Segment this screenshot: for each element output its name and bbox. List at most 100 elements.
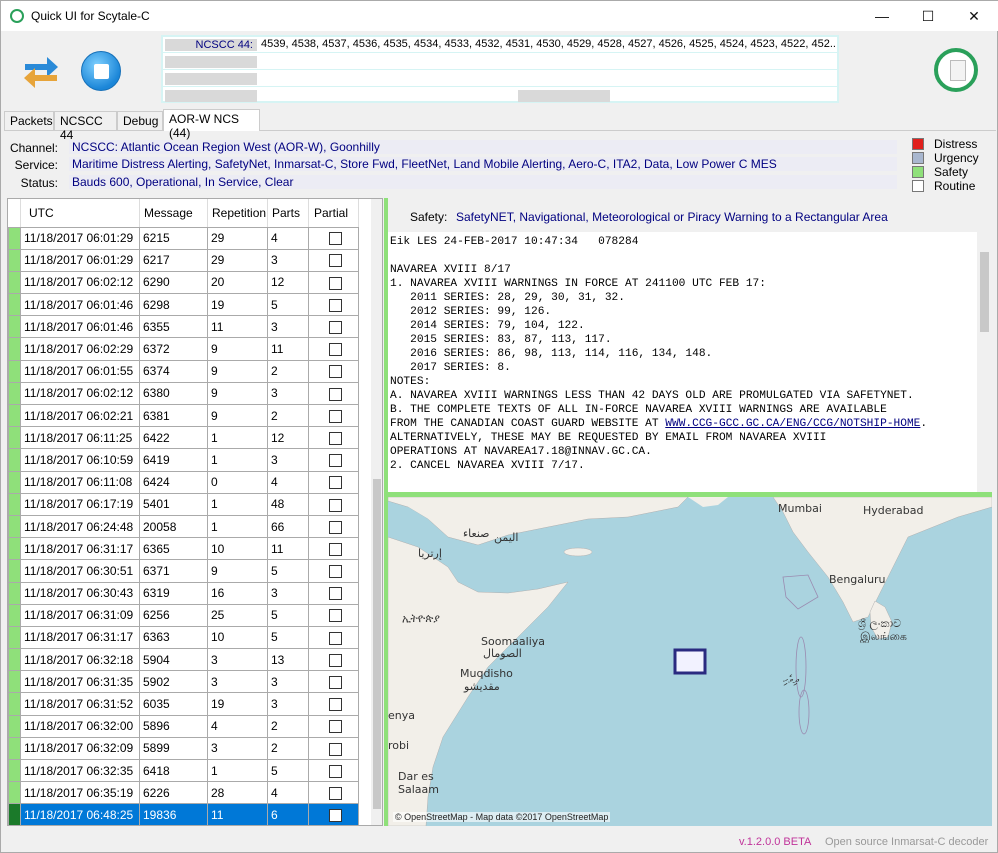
- tab-aor-w-ncs[interactable]: AOR-W NCS (44): [163, 109, 260, 140]
- table-scrollbar[interactable]: [371, 199, 382, 825]
- table-row[interactable]: 11/18/2017 06:01:29 6217 29 3: [8, 248, 359, 272]
- partial-checkbox[interactable]: [328, 321, 342, 334]
- partial-checkbox[interactable]: [328, 720, 342, 734]
- table-row[interactable]: 11/18/2017 06:30:43 6319 16 3: [8, 581, 359, 605]
- table-row[interactable]: 11/18/2017 06:11:08 6424 0 4: [8, 470, 359, 494]
- partial-checkbox[interactable]: [328, 476, 342, 490]
- table-row[interactable]: 11/18/2017 06:02:12 6290 20 12: [8, 270, 359, 295]
- partial-checkbox[interactable]: [328, 742, 342, 756]
- table-row[interactable]: 11/18/2017 06:02:21 6381 9 2: [8, 403, 359, 428]
- table-row[interactable]: 11/18/2017 06:24:48 20058 1 66: [8, 514, 359, 539]
- partial-checkbox[interactable]: [328, 232, 342, 246]
- table-scrollbar-thumb[interactable]: [373, 479, 381, 809]
- partial-checkbox[interactable]: [328, 409, 342, 423]
- table-row[interactable]: 11/18/2017 06:48:25 19836 11 6: [8, 803, 359, 825]
- message-grid: UTC Message Repetition Parts Partial 11/…: [8, 199, 359, 825]
- partial-checkbox[interactable]: [328, 365, 342, 379]
- partial-checkbox[interactable]: [328, 565, 342, 579]
- maximize-button[interactable]: ☐: [905, 1, 951, 31]
- partial-checkbox[interactable]: [328, 454, 342, 468]
- message-scrollbar-thumb[interactable]: [980, 252, 989, 332]
- cell-partial: [308, 648, 359, 672]
- table-row[interactable]: 11/18/2017 06:32:00 5896 4 2: [8, 714, 359, 738]
- cell-utc: 11/18/2017 06:31:09: [20, 603, 140, 627]
- status-row-value: 4539, 4538, 4537, 4536, 4535, 4534, 4533…: [261, 38, 835, 50]
- cell-partial: [308, 470, 359, 494]
- table-row[interactable]: 11/18/2017 06:17:19 5401 1 48: [8, 492, 359, 516]
- close-button[interactable]: ✕: [951, 1, 997, 31]
- table-row[interactable]: 11/18/2017 06:02:29 6372 9 11: [8, 337, 359, 361]
- partial-checkbox[interactable]: [328, 786, 342, 800]
- map-label-srilanka: ශ්‍රී ලංකාව: [858, 617, 901, 631]
- document-icon[interactable]: [934, 48, 978, 92]
- tab-packets[interactable]: Packets: [4, 111, 54, 130]
- table-row[interactable]: 11/18/2017 06:11:25 6422 1 12: [8, 426, 359, 450]
- table-row[interactable]: 11/18/2017 06:32:35 6418 1 5: [8, 758, 359, 783]
- tab-strip-line: [4, 130, 996, 131]
- cell-partial: [308, 736, 359, 761]
- message-text-area[interactable]: Eik LES 24-FEB-2017 10:47:34 078284 NAVA…: [388, 232, 992, 492]
- channel-value: NCSCC: Atlantic Ocean Region West (AOR-W…: [69, 140, 897, 154]
- table-row[interactable]: 11/18/2017 06:01:55 6374 9 2: [8, 359, 359, 383]
- partial-checkbox[interactable]: [328, 387, 342, 401]
- partial-checkbox[interactable]: [328, 431, 342, 445]
- partial-checkbox[interactable]: [328, 276, 342, 290]
- column-header-utc[interactable]: UTC: [20, 199, 140, 228]
- cell-repetition: 1: [207, 758, 268, 783]
- partial-checkbox[interactable]: [328, 653, 342, 667]
- cell-parts: 4: [267, 470, 309, 494]
- cell-partial: [308, 337, 359, 361]
- partial-checkbox[interactable]: [328, 631, 342, 645]
- table-row[interactable]: 11/18/2017 06:10:59 6419 1 3: [8, 448, 359, 472]
- table-row[interactable]: 11/18/2017 06:31:52 6035 19 3: [8, 692, 359, 716]
- cell-parts: 2: [267, 736, 309, 761]
- cell-message: 6381: [139, 403, 208, 428]
- table-row[interactable]: 11/18/2017 06:01:29 6215 29 4: [8, 226, 359, 250]
- message-link[interactable]: WWW.CCG-GCC.GC.CA/ENG/CCG/NOTSHIP-HOME: [665, 418, 920, 430]
- table-row[interactable]: 11/18/2017 06:31:35 5902 3 3: [8, 670, 359, 694]
- partial-checkbox[interactable]: [328, 587, 342, 601]
- cell-message: 5401: [139, 492, 208, 516]
- table-row[interactable]: 11/18/2017 06:32:09 5899 3 2: [8, 736, 359, 761]
- partial-checkbox[interactable]: [328, 343, 342, 357]
- cell-repetition: 1: [207, 426, 268, 450]
- table-row[interactable]: 11/18/2017 06:01:46 6298 19 5: [8, 293, 359, 317]
- cell-parts: 12: [267, 426, 309, 450]
- partial-checkbox[interactable]: [328, 609, 342, 623]
- partial-checkbox[interactable]: [328, 809, 342, 823]
- partial-checkbox[interactable]: [328, 520, 342, 534]
- table-row[interactable]: 11/18/2017 06:01:46 6355 11 3: [8, 315, 359, 339]
- stop-icon[interactable]: [81, 51, 121, 91]
- cell-parts: 66: [267, 514, 309, 539]
- table-row[interactable]: 11/18/2017 06:35:19 6226 28 4: [8, 781, 359, 805]
- message-scrollbar[interactable]: [977, 232, 992, 492]
- cell-parts: 3: [267, 381, 309, 406]
- column-header-partial[interactable]: Partial: [308, 199, 359, 228]
- table-row[interactable]: 11/18/2017 06:31:09 6256 25 5: [8, 603, 359, 627]
- map-label-mumbai: Mumbai: [778, 502, 822, 515]
- column-header-message[interactable]: Message: [139, 199, 208, 228]
- message-table[interactable]: UTC Message Repetition Parts Partial 11/…: [7, 198, 383, 826]
- table-row[interactable]: 11/18/2017 06:31:17 6363 10 5: [8, 625, 359, 650]
- tab-debug[interactable]: Debug: [117, 111, 163, 130]
- tab-ncscc-44[interactable]: NCSCC 44: [54, 111, 117, 142]
- column-header-repetition[interactable]: Repetition: [207, 199, 268, 228]
- partial-checkbox[interactable]: [328, 542, 342, 556]
- column-header-parts[interactable]: Parts: [267, 199, 309, 228]
- row-priority-indicator: [8, 270, 21, 295]
- cell-repetition: 1: [207, 448, 268, 472]
- map-view[interactable]: Mumbai Hyderabad Bengaluru ශ්‍රී ලංකාව இ…: [388, 497, 992, 826]
- table-row[interactable]: 11/18/2017 06:30:51 6371 9 5: [8, 559, 359, 583]
- swap-arrows-icon[interactable]: [21, 51, 61, 91]
- partial-checkbox[interactable]: [328, 764, 342, 778]
- partial-checkbox[interactable]: [328, 698, 342, 712]
- table-row[interactable]: 11/18/2017 06:31:17 6365 10 11: [8, 537, 359, 561]
- table-row[interactable]: 11/18/2017 06:32:18 5904 3 13: [8, 648, 359, 672]
- title-bar[interactable]: Quick UI for Scytale-C — ☐ ✕: [1, 1, 998, 31]
- partial-checkbox[interactable]: [328, 254, 342, 268]
- partial-checkbox[interactable]: [328, 498, 342, 512]
- table-row[interactable]: 11/18/2017 06:02:12 6380 9 3: [8, 381, 359, 406]
- minimize-button[interactable]: —: [859, 1, 905, 31]
- partial-checkbox[interactable]: [328, 298, 342, 312]
- partial-checkbox[interactable]: [328, 676, 342, 689]
